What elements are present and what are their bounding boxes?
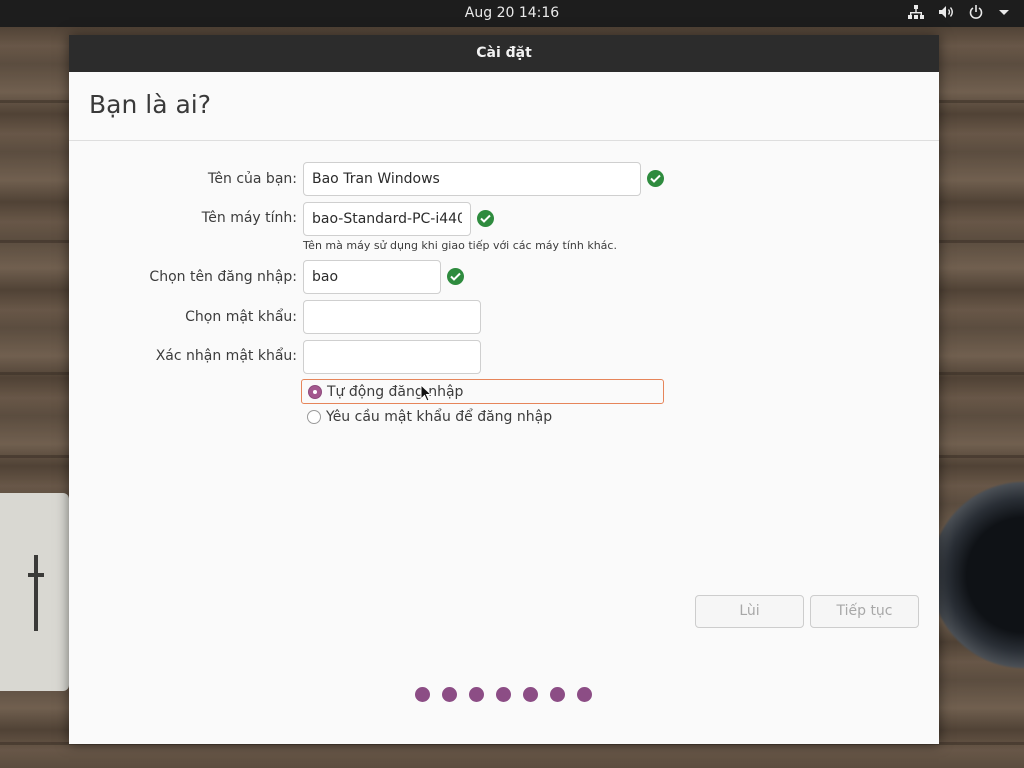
computer-name-hint: Tên mà máy sử dụng khi giao tiếp với các… [303, 239, 617, 252]
password-label: Chọn mật khẩu: [185, 309, 297, 325]
progress-dot [442, 687, 457, 702]
confirm-password-label: Xác nhận mật khẩu: [155, 348, 297, 364]
radio-selected-icon[interactable] [308, 384, 322, 399]
volume-icon[interactable] [938, 4, 954, 20]
back-button[interactable]: Lùi [695, 595, 804, 628]
valid-check-icon [477, 210, 494, 227]
network-icon[interactable] [908, 4, 924, 20]
wallpaper-mug [939, 480, 1024, 670]
menu-down-icon[interactable] [998, 4, 1010, 20]
require-password-label: Yêu cầu mật khẩu để đăng nhập [326, 408, 553, 425]
power-icon[interactable] [968, 4, 984, 20]
auto-login-option[interactable]: Tự động đăng nhập [301, 379, 664, 404]
username-label: Chọn tên đăng nhập: [149, 269, 297, 285]
username-input[interactable] [303, 260, 441, 294]
progress-dot [550, 687, 565, 702]
your-name-label: Tên của bạn: [207, 171, 297, 187]
confirm-password-input[interactable] [303, 340, 481, 374]
your-name-input[interactable] [303, 162, 641, 196]
top-bar: Aug 20 14:16 [0, 0, 1024, 27]
clock[interactable]: Aug 20 14:16 [0, 5, 1024, 21]
computer-name-input[interactable] [303, 202, 471, 236]
progress-indicator [415, 687, 592, 702]
progress-dot [523, 687, 538, 702]
radio-unselected-icon[interactable] [307, 409, 321, 424]
continue-button[interactable]: Tiếp tục [810, 595, 919, 628]
window-title: Cài đặt [69, 35, 939, 72]
header-divider [69, 140, 939, 141]
password-input[interactable] [303, 300, 481, 334]
cross-icon [28, 555, 44, 631]
require-password-option[interactable]: Yêu cầu mật khẩu để đăng nhập [301, 404, 552, 429]
mouse-cursor-icon [420, 384, 432, 402]
page-title: Bạn là ai? [89, 90, 212, 119]
progress-dot [469, 687, 484, 702]
progress-dot [415, 687, 430, 702]
installer-window: Cài đặt Bạn là ai? Tên của bạn: Tên máy … [69, 35, 939, 744]
system-tray[interactable] [908, 4, 1010, 20]
computer-name-label: Tên máy tính: [201, 210, 297, 226]
valid-check-icon [647, 170, 664, 187]
progress-dot [496, 687, 511, 702]
progress-dot [577, 687, 592, 702]
valid-check-icon [447, 268, 464, 285]
auto-login-label: Tự động đăng nhập [327, 383, 464, 400]
